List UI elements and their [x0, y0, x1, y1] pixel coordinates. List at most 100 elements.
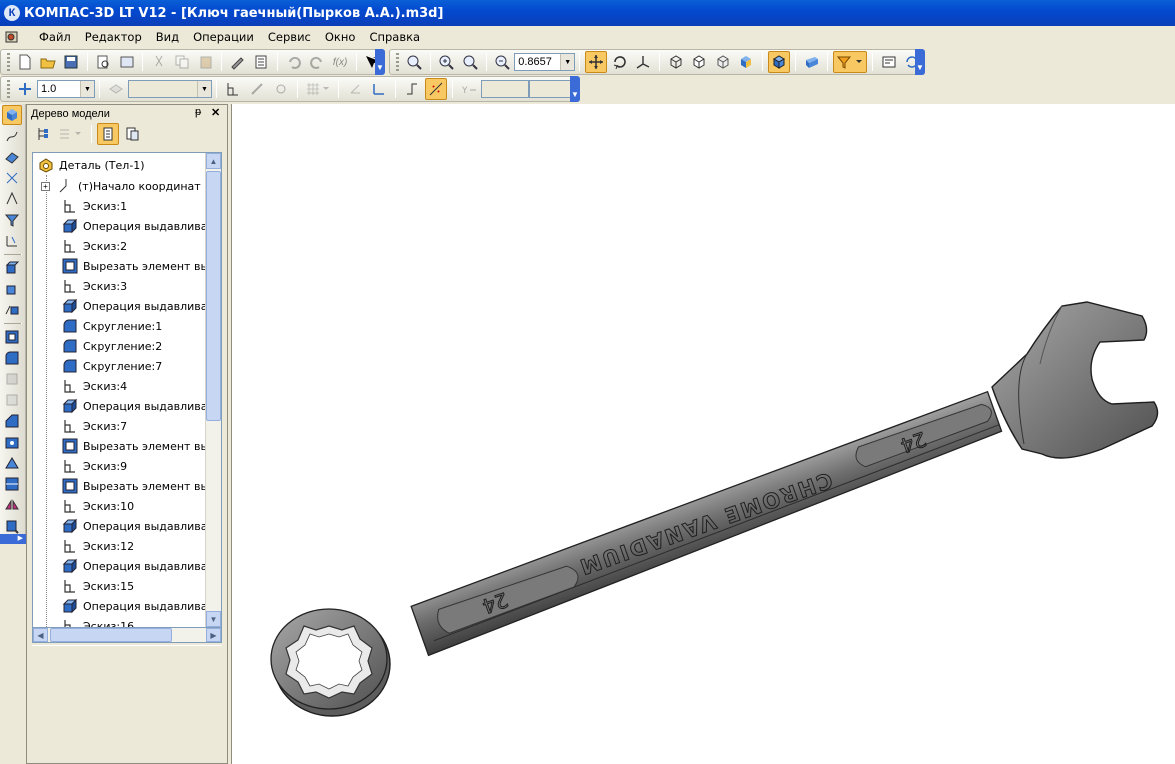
hole-icon[interactable] [2, 432, 22, 452]
orientation-icon[interactable] [632, 51, 654, 73]
snap-icon[interactable] [246, 78, 268, 100]
layer-combo[interactable]: ▼ [128, 80, 212, 98]
orthogonal-icon[interactable] [368, 78, 390, 100]
tree-item[interactable]: Эскиз:4 [61, 376, 127, 396]
kompas-app-icon[interactable]: К [4, 5, 20, 21]
fillet-tool-icon[interactable] [2, 348, 22, 368]
toolbar-grip[interactable] [7, 80, 10, 98]
toolbar-overflow-icon[interactable]: ▼ [375, 49, 385, 75]
tree-item[interactable]: Операция выдавливани [61, 396, 221, 416]
pan-icon[interactable] [585, 51, 607, 73]
tree-item[interactable]: Операция выдавливани [61, 556, 221, 576]
scroll-up-icon[interactable]: ▲ [206, 153, 221, 169]
save-icon[interactable] [61, 51, 82, 73]
scroll-thumb[interactable] [50, 628, 172, 642]
redo-icon[interactable] [306, 51, 327, 73]
cut-icon[interactable] [148, 51, 169, 73]
tree-item[interactable]: Вырезать элемент выда [61, 476, 221, 496]
tree-item[interactable]: Эскиз:3 [61, 276, 127, 296]
mirror-icon[interactable] [2, 495, 22, 515]
tree-vertical-scrollbar[interactable]: ▲ ▼ [205, 153, 221, 627]
shell-icon[interactable] [2, 369, 22, 389]
menu-window[interactable]: Окно [318, 30, 363, 44]
tree-item[interactable]: Вырезать элемент выда [61, 256, 221, 276]
undo-icon[interactable] [283, 51, 304, 73]
tree-item[interactable]: Эскиз:12 [61, 536, 134, 556]
thread-icon[interactable] [2, 516, 22, 536]
scroll-thumb[interactable] [206, 171, 221, 421]
document-icon[interactable] [4, 29, 22, 45]
preview-icon[interactable] [116, 51, 137, 73]
round-icon[interactable] [401, 78, 423, 100]
open-icon[interactable] [37, 51, 58, 73]
paste-icon[interactable] [195, 51, 216, 73]
tree-item[interactable]: Эскиз:15 [61, 576, 134, 596]
tree-item[interactable]: Скругление:1 [61, 316, 162, 336]
toolbar-overflow-icon[interactable]: ▼ [915, 49, 925, 75]
tree-structure-icon[interactable] [32, 123, 54, 145]
coordinates-icon[interactable]: Y [458, 78, 480, 100]
auxiliary-geometry-icon[interactable] [2, 189, 22, 209]
menu-operations[interactable]: Операции [186, 30, 261, 44]
step-combo[interactable]: 1.0 ▼ [37, 80, 95, 98]
filter-icon[interactable] [833, 51, 867, 73]
scroll-right-icon[interactable]: ▶ [206, 628, 221, 642]
rib-icon[interactable] [2, 390, 22, 410]
attach-icon[interactable] [270, 78, 292, 100]
shaded-icon[interactable] [736, 51, 758, 73]
tree-item[interactable]: Операция выдавливани [61, 596, 221, 616]
hidden-thin-icon[interactable] [712, 51, 734, 73]
cut-tool-icon[interactable] [2, 327, 22, 347]
tree-item[interactable]: Эскиз:10 [61, 496, 134, 516]
scroll-left-icon[interactable]: ◀ [33, 628, 48, 642]
arrays-icon[interactable] [2, 168, 22, 188]
surfaces-icon[interactable] [2, 147, 22, 167]
tree-item[interactable]: Операция выдавливани [61, 296, 221, 316]
chevron-down-icon[interactable]: ▼ [197, 81, 211, 97]
menu-file[interactable]: Файл [32, 30, 78, 44]
tree-item[interactable]: Вырезать элемент выда [61, 436, 221, 456]
chevron-down-icon[interactable]: ▼ [560, 54, 575, 70]
properties-icon[interactable] [227, 51, 248, 73]
shaded-edges-icon[interactable] [768, 51, 790, 73]
dimensions-icon[interactable] [2, 231, 22, 251]
chamfer-icon[interactable] [2, 411, 22, 431]
zoom-combo[interactable]: 0.8657 ▼ [514, 53, 576, 71]
slope-icon[interactable] [2, 453, 22, 473]
expand-icon[interactable]: + [41, 181, 50, 191]
tree-item[interactable]: + (т)Начало координат [41, 176, 201, 196]
sketch-mode-icon[interactable] [222, 78, 244, 100]
toolbar-grip[interactable] [7, 53, 10, 71]
perspective-icon[interactable] [801, 51, 823, 73]
magnet-snap-icon[interactable] [425, 78, 447, 100]
new-document-icon[interactable] [14, 51, 35, 73]
toolbar-grip[interactable] [396, 53, 399, 71]
rotate-body-icon[interactable] [2, 279, 22, 299]
tree-item[interactable]: Эскиз:1 [61, 196, 127, 216]
wrench-model[interactable]: 24 24 CHROME VANADIUM [232, 104, 1175, 764]
close-icon[interactable]: ✕ [211, 106, 220, 119]
list-icon[interactable] [251, 51, 272, 73]
copy-icon[interactable] [172, 51, 193, 73]
cursor-step-icon[interactable] [14, 78, 36, 100]
rotate-icon[interactable] [609, 51, 631, 73]
tree-item[interactable]: Эскиз:7 [61, 416, 127, 436]
tree-item[interactable]: Эскиз:9 [61, 456, 127, 476]
layer-icon[interactable] [105, 78, 127, 100]
spatial-curves-icon[interactable] [2, 126, 22, 146]
zoom-window-icon[interactable] [403, 51, 425, 73]
menu-view[interactable]: Вид [149, 30, 186, 44]
tree-item[interactable]: Эскиз:2 [61, 236, 127, 256]
tree-item[interactable]: Операция выдавливани [61, 216, 221, 236]
measure-icon[interactable] [878, 51, 900, 73]
chevron-down-icon[interactable]: ▼ [80, 81, 94, 97]
editing-details-icon[interactable] [2, 105, 22, 125]
tree-item[interactable]: Операция выдавливани [61, 516, 221, 536]
tree-props-icon[interactable] [121, 123, 143, 145]
zoom-in-icon[interactable] [436, 51, 458, 73]
print-preview-icon[interactable] [93, 51, 114, 73]
extrude-tool-icon[interactable] [2, 258, 22, 278]
kinematic-icon[interactable] [2, 300, 22, 320]
wireframe-icon[interactable] [665, 51, 687, 73]
tree-view-icon[interactable] [97, 123, 119, 145]
